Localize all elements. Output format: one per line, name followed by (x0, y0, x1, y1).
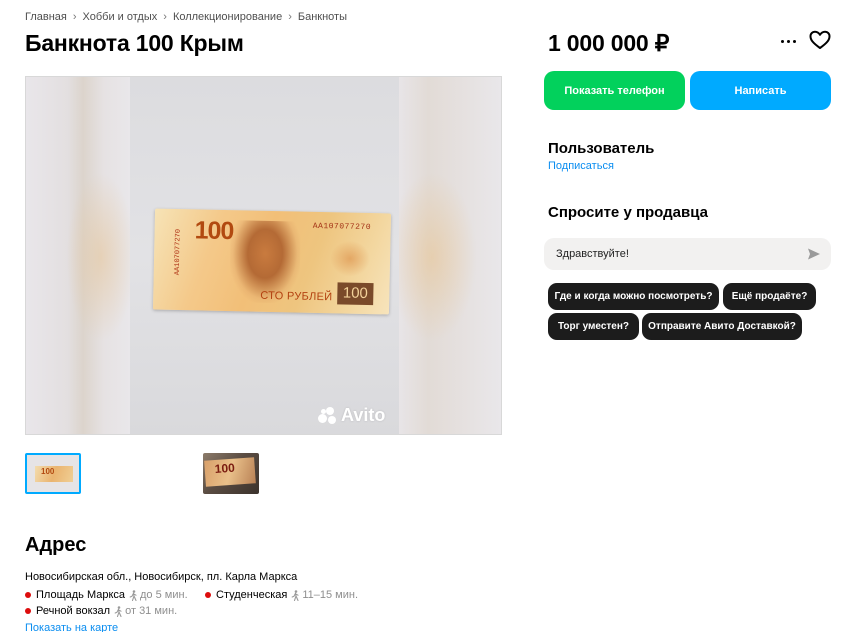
walking-person-icon (291, 589, 299, 601)
metro-station: Студенческая 11–15 мин. (205, 589, 358, 601)
banknote-words: СТО РУБЛЕЙ (260, 289, 333, 304)
walking-person-icon (129, 589, 137, 601)
metro-station-name: Студенческая (216, 589, 288, 601)
quick-question-chip[interactable]: Ещё продаёте? (723, 283, 816, 310)
thumbnail-1[interactable]: 100 (25, 453, 81, 494)
main-photo: 100 АА107077270 АА107077270 СТО РУБЛЕЙ 1… (130, 77, 399, 434)
metro-station-name: Площадь Маркса (36, 589, 126, 601)
avito-watermark: Avito (318, 405, 385, 426)
photo-gallery[interactable]: 100 АА107077270 АА107077270 СТО РУБЛЕЙ 1… (25, 76, 502, 435)
banknote-image: 100 АА107077270 АА107077270 СТО РУБЛЕЙ 1… (152, 208, 392, 315)
metro-station-name: Речной вокзал (36, 605, 111, 617)
breadcrumb-banknotes[interactable]: Банкноты (298, 11, 347, 23)
banknote-serial-vertical: АА107077270 (173, 228, 183, 276)
metro-walk-time: от 31 мин. (114, 605, 177, 617)
thumbnail-2[interactable]: 100 (203, 453, 259, 494)
banknote-serial: АА107077270 (312, 221, 372, 233)
show-phone-button[interactable]: Показать телефон (544, 71, 685, 110)
more-dots-icon[interactable] (775, 30, 801, 52)
seller-name[interactable]: Пользователь (548, 140, 654, 157)
chevron-right-icon: › (163, 11, 167, 23)
banknote-denomination: 100 (194, 216, 234, 246)
metro-dot-icon (25, 608, 31, 614)
ask-seller-heading: Спросите у продавца (548, 204, 708, 221)
thumbnail-2-image: 100 (204, 457, 256, 487)
breadcrumb-hobby[interactable]: Хобби и отдых (83, 11, 158, 23)
metro-station: Речной вокзал от 31 мин. (25, 605, 177, 617)
quick-question-chip[interactable]: Отправите Авито Доставкой? (642, 313, 802, 340)
ask-seller-input-value: Здравствуйте! (556, 248, 629, 260)
page-title: Банкнота 100 Крым (25, 30, 244, 56)
quick-question-chip[interactable]: Торг уместен? (548, 313, 639, 340)
send-arrow-icon[interactable] (807, 247, 821, 261)
chevron-right-icon: › (288, 11, 292, 23)
chevron-right-icon: › (72, 11, 77, 23)
write-message-button[interactable]: Написать (690, 71, 831, 110)
thumbnail-1-image: 100 (35, 466, 73, 482)
price: 1 000 000 ₽ (548, 30, 670, 56)
walking-person-icon (114, 605, 122, 617)
photo-blur-right (387, 77, 501, 434)
subscribe-link[interactable]: Подписаться (548, 160, 614, 172)
breadcrumb-home[interactable]: Главная (25, 11, 67, 23)
breadcrumb: Главная › Хобби и отдых › Коллекциониров… (25, 11, 347, 23)
banknote-bird (329, 240, 371, 278)
metro-station: Площадь Маркса до 5 мин. (25, 589, 188, 601)
photo-blur-left (26, 77, 136, 434)
banknote-denomination-box: 100 (337, 282, 374, 306)
quick-question-chip[interactable]: Где и когда можно посмотреть? (548, 283, 719, 310)
breadcrumb-collecting[interactable]: Коллекционирование (173, 11, 282, 23)
show-on-map-link[interactable]: Показать на карте (25, 622, 118, 632)
metro-dot-icon (205, 592, 211, 598)
address-heading: Адрес (25, 534, 87, 556)
address-text: Новосибирская обл., Новосибирск, пл. Кар… (25, 571, 298, 583)
ask-seller-input[interactable]: Здравствуйте! (544, 238, 831, 270)
heart-icon[interactable] (808, 29, 832, 51)
avito-logo-icon (318, 406, 338, 425)
avito-watermark-text: Avito (341, 405, 386, 425)
metro-dot-icon (25, 592, 31, 598)
metro-walk-time: до 5 мин. (129, 589, 188, 601)
metro-walk-time: 11–15 мин. (291, 589, 358, 601)
